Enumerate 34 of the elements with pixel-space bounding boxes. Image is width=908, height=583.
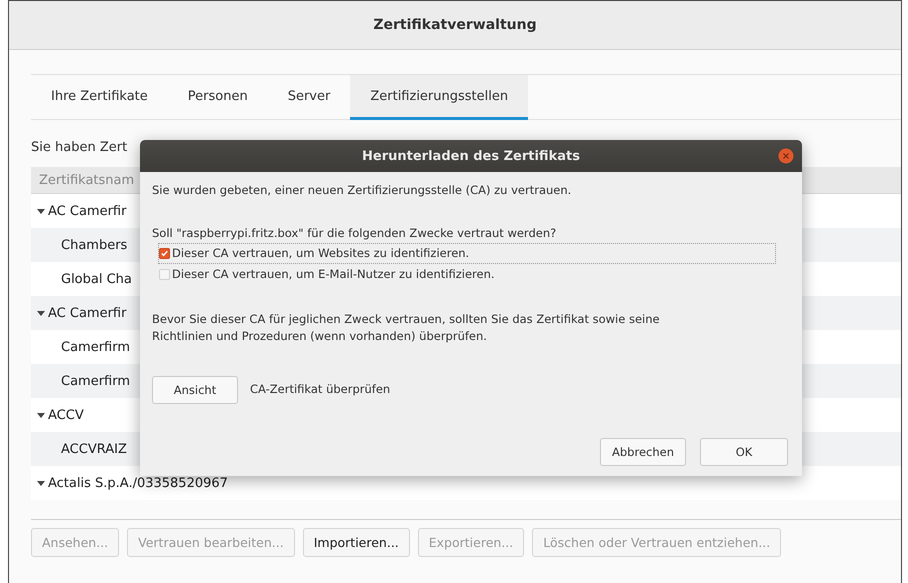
tab[interactable]: Personen [168,75,268,120]
tree-cell: AC Camerfir [48,204,126,218]
dialog-button[interactable]: Abbrechen [600,438,686,466]
view-button[interactable]: Ansicht [152,376,238,404]
close-icon[interactable] [778,148,794,164]
view-hint: CA-Zertifikat überprüfen [250,380,390,398]
trust-question: Soll "raspberrypi.fritz.box" für die folgenden Zwecke vertraut werden? [152,225,558,242]
tree-cell: Global Cha [61,272,132,286]
advice-text: Bevor Sie dieser CA für jeglichen Zweck vertrauen, sollten Sie das Zertifikat sowie seine Richtlinien und Prozeduren (wenn vorhanden) überprüfen. [152,311,661,346]
tree-cell: AC Camerfir [48,306,126,320]
tree-cell: ACCVRAIZ [61,442,127,456]
checkbox-label[interactable]: Dieser CA vertrauen, um Websites zu identifizieren. [172,244,470,262]
tree-cell: Camerfirm [61,374,130,388]
tree-cell: ACCV [48,408,84,422]
dialog-button[interactable]: OK [700,438,788,466]
expanded-arrow-icon[interactable] [37,411,45,419]
tree-cell: Chambers [61,238,128,252]
intro-text: Sie haben Zert [31,140,128,155]
dialog-title: Herunterladen des Zertifikats [362,148,580,164]
expanded-arrow-icon[interactable] [37,207,45,215]
window-title: Zertifikatverwaltung [373,17,537,33]
checkbox-label[interactable]: Dieser CA vertrauen, um E-Mail-Nutzer zu identifizieren. [172,266,495,283]
tab[interactable]: Server [268,75,350,120]
expanded-arrow-icon[interactable] [37,479,45,487]
tree-cell: Actalis S.p.A./03358520967 [48,476,228,490]
tree-cell: Camerfirm [61,340,130,354]
dialog-message: Sie wurden gebeten, einer neuen Zertifizierungsstelle (CA) zu vertrauen. [152,182,572,199]
checkbox-row[interactable]: Dieser CA vertrauen, um E-Mail-Nutzer zu identifizieren. [158,264,776,285]
tab[interactable]: Ihre Zertifikate [31,75,168,120]
tab[interactable]: Zertifizierungsstellen [350,75,528,120]
checkbox[interactable] [159,248,170,259]
action-button[interactable]: Importieren... [302,528,410,557]
expanded-arrow-icon[interactable] [37,309,45,317]
checkbox-row[interactable]: Dieser CA vertrauen, um Websites zu identifizieren. [158,242,776,264]
